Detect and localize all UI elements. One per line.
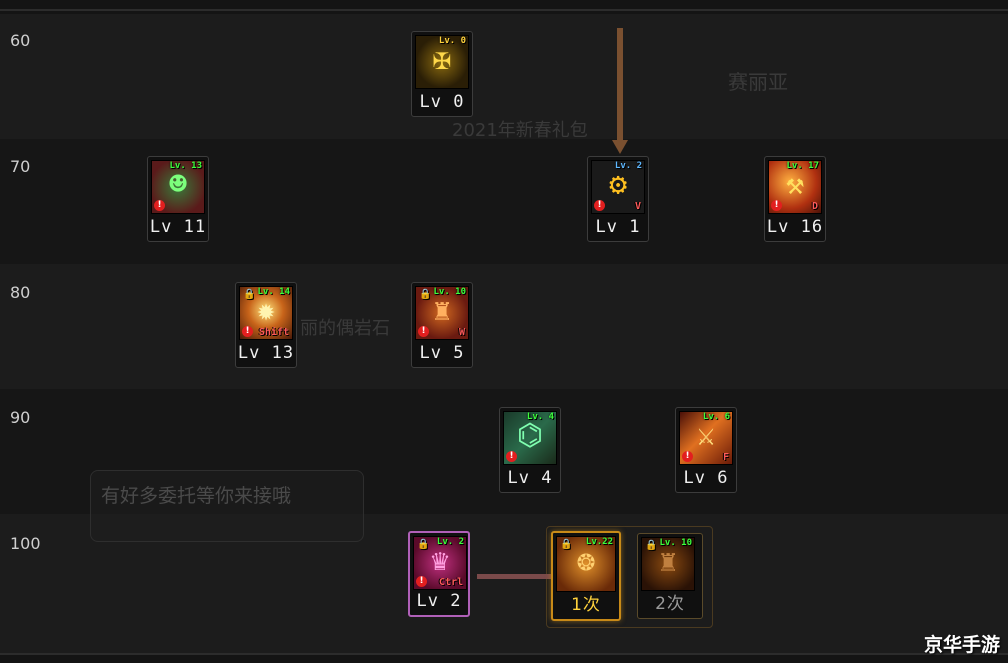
skill-tag: Lv. 0 (438, 36, 466, 46)
level-label-80: 80 (10, 283, 31, 302)
skill-tag: Lv. 2 (614, 161, 642, 171)
skill-tag: Lv. 4 (526, 412, 554, 422)
skill-tag: Lv.22 (585, 537, 613, 547)
lock-icon: 🔒 (417, 539, 430, 550)
skill-slot-lv90-right[interactable]: ⚔ Lv. 6 ! F Lv 6 (675, 407, 737, 493)
golden-cross-icon: ✠ Lv. 0 (415, 35, 469, 89)
awakening-tier-text: 2次 (655, 594, 685, 614)
hotkey-label: D (811, 201, 818, 212)
gear-glyph: ⚙ (608, 167, 628, 202)
bottom-divider (0, 653, 1008, 655)
bg-bubble-text: 有好多委托等你来接哦 (101, 485, 292, 507)
prerequisite-arrow-line (617, 28, 623, 144)
lock-icon: 🔒 (645, 540, 658, 551)
robot-glyph: ☻ (168, 167, 188, 202)
top-divider (0, 9, 1008, 11)
skill-tag: Lv. 6 (702, 412, 730, 422)
skill-slot-lv70-right[interactable]: ⚒ Lv. 17 ! D Lv 16 (764, 156, 826, 242)
blade-icon: ⚔ Lv. 6 ! F (679, 411, 733, 465)
skill-level-text: Lv 4 (507, 468, 553, 488)
dark-armor-icon: ♜ 🔒 Lv. 10 (641, 537, 695, 591)
skill-level-text: Lv 6 (683, 468, 729, 488)
level-row-80 (0, 264, 1008, 389)
warning-icon: ! (682, 451, 693, 462)
skill-level-text: Lv 1 (595, 217, 641, 237)
warning-icon: ! (242, 326, 253, 337)
skill-tag: Lv. 10 (433, 287, 466, 297)
lock-icon: 🔒 (560, 539, 573, 550)
skill-level-text: Lv 13 (237, 343, 295, 363)
golden-cross-glyph: ✠ (432, 42, 452, 77)
hotkey-label: W (458, 327, 465, 338)
green-robot-icon: ☻ Lv. 13 ! (151, 160, 205, 214)
awakening-tier-text: 1次 (571, 595, 601, 615)
skill-tag: Lv. 2 (436, 537, 464, 547)
burst-icon: ✹ 🔒 Lv. 14 ! Shift (239, 286, 293, 340)
prerequisite-arrow-head (612, 140, 628, 154)
skill-level-text: Lv 16 (766, 217, 824, 237)
circuit-glyph: ⌬ (516, 418, 544, 453)
level-label-90: 90 (10, 408, 31, 427)
skill-tag: Lv. 10 (659, 538, 692, 548)
lock-icon: 🔒 (243, 289, 256, 300)
circuit-icon: ⌬ Lv. 4 ! (503, 411, 557, 465)
flame-hammer-icon: ⚒ Lv. 17 ! D (768, 160, 822, 214)
skill-level-text: Lv 11 (149, 217, 207, 237)
skill-slot-lv100-awaken-2[interactable]: ♜ 🔒 Lv. 10 2次 (637, 533, 703, 619)
hammer-glyph: ⚒ (785, 167, 805, 202)
skill-slot-lv60[interactable]: ✠ Lv. 0 Lv 0 (411, 31, 473, 117)
awakening-connector (477, 574, 551, 579)
hotkey-label: F (722, 452, 729, 463)
warning-icon: ! (594, 200, 605, 211)
skill-slot-lv80-left[interactable]: ✹ 🔒 Lv. 14 ! Shift Lv 13 (235, 282, 297, 368)
level-label-100: 100 (10, 534, 41, 553)
lock-icon: 🔒 (419, 289, 432, 300)
bg-npc-name: 赛丽亚 (728, 70, 788, 94)
armor-icon: ♜ 🔒 Lv. 10 ! W (415, 286, 469, 340)
site-watermark: 京华手游 (923, 634, 1000, 656)
hotkey-label: V (634, 201, 641, 212)
skill-tag: Lv. 14 (257, 287, 290, 297)
orange-core-icon: ❂ 🔒 Lv.22 (556, 536, 616, 592)
bg-chat-bubble: 有好多委托等你来接哦 (90, 470, 364, 542)
skill-slot-lv70-left[interactable]: ☻ Lv. 13 ! Lv 11 (147, 156, 209, 242)
level-label-70: 70 (10, 157, 31, 176)
skill-level-text: Lv 2 (416, 591, 462, 611)
skill-slot-lv90-left[interactable]: ⌬ Lv. 4 ! Lv 4 (499, 407, 561, 493)
skill-level-text: Lv 0 (419, 92, 465, 112)
skill-level-text: Lv 5 (419, 343, 465, 363)
level-label-60: 60 (10, 31, 31, 50)
skill-tag: Lv. 17 (786, 161, 819, 171)
skill-slot-lv100-awaken-1[interactable]: ❂ 🔒 Lv.22 1次 (551, 531, 621, 621)
skill-slot-lv100-left[interactable]: ♛ 🔒 Lv. 2 ! Ctrl Lv 2 (408, 531, 470, 617)
hotkey-label: Ctrl (438, 577, 463, 588)
bg-mid-text: 丽的偶岩石 (300, 318, 390, 339)
bg-banner-text: 2021年新春礼包 (452, 120, 588, 141)
blade-glyph: ⚔ (696, 418, 716, 453)
skill-tag: Lv. 13 (169, 161, 202, 171)
hotkey-label: Shift (258, 327, 289, 338)
pink-mech-icon: ♛ 🔒 Lv. 2 ! Ctrl (413, 536, 467, 590)
warning-icon: ! (416, 576, 427, 587)
warning-icon: ! (418, 326, 429, 337)
warning-icon: ! (506, 451, 517, 462)
skill-slot-lv70-mid[interactable]: ⚙ Lv. 2 ! V Lv 1 (587, 156, 649, 242)
gear-icon: ⚙ Lv. 2 ! V (591, 160, 645, 214)
warning-icon: ! (771, 200, 782, 211)
skill-slot-lv80-right[interactable]: ♜ 🔒 Lv. 10 ! W Lv 5 (411, 282, 473, 368)
warning-icon: ! (154, 200, 165, 211)
